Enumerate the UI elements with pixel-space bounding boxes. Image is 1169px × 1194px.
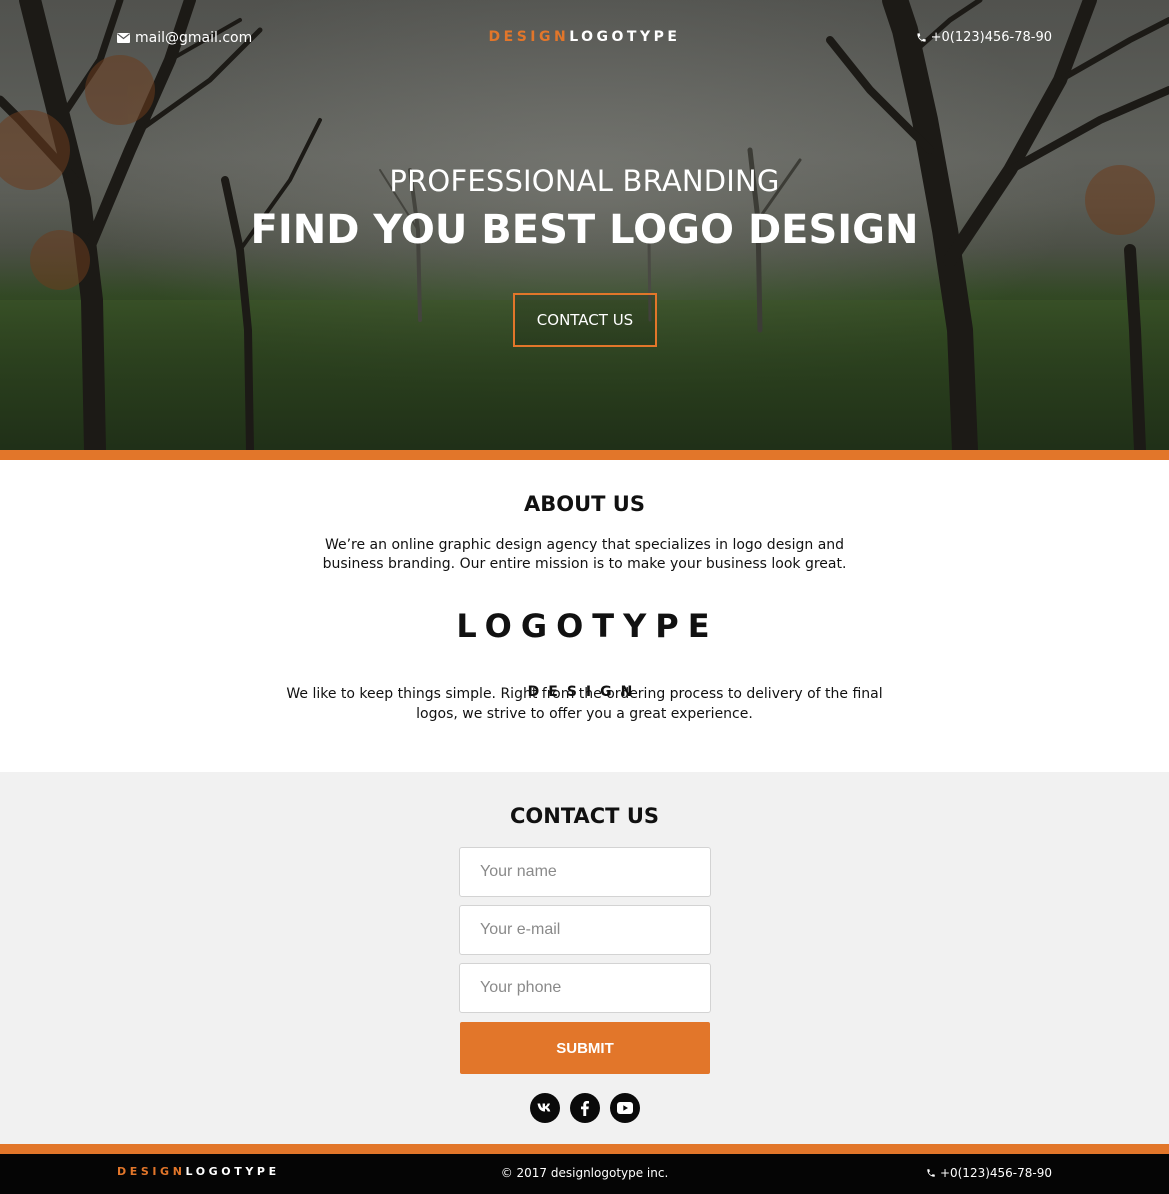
- youtube-icon[interactable]: [609, 1093, 640, 1123]
- about-logo: DESIGN LOGOTYPE: [0, 607, 1169, 700]
- contact-us-button[interactable]: CONTACT US: [513, 293, 657, 347]
- footer-phone[interactable]: +0(123)456-78-90: [926, 1166, 1052, 1180]
- contact-heading: CONTACT US: [509, 804, 659, 828]
- facebook-glyph: [580, 1100, 589, 1116]
- vk-glyph: [537, 1103, 550, 1112]
- social-links: [0, 1093, 1169, 1123]
- about-paragraph-1: We’re an online graphic design agency th…: [322, 537, 847, 572]
- footer-phone-icon: [927, 1169, 935, 1177]
- footer-phone-text: +0(123)456-78-90: [939, 1166, 1052, 1180]
- accent-divider: [0, 450, 1169, 460]
- hero-subtitle: PROFESSIONAL BRANDING: [389, 164, 780, 198]
- top-bar: mail@gmail.com DESIGNLOGOTYPE +0(123)456…: [0, 29, 1169, 52]
- email-input[interactable]: [459, 905, 711, 955]
- phone-input[interactable]: [459, 963, 711, 1013]
- logo-design-text: DESIGN: [488, 29, 570, 45]
- vk-icon[interactable]: [529, 1093, 560, 1123]
- header-phone[interactable]: +0(123)456-78-90: [916, 30, 1052, 45]
- name-input[interactable]: [459, 847, 711, 897]
- header-phone-text: +0(123)456-78-90: [930, 30, 1052, 45]
- footer: DESIGNLOGOTYPE © 2017 designlogotype inc…: [0, 1154, 1169, 1194]
- about-logo-logotype-text: LOGOTYPE: [456, 607, 719, 645]
- hero-title: FIND YOU BEST LOGO DESIGN: [250, 207, 919, 253]
- submit-button[interactable]: SUBMIT: [460, 1022, 710, 1074]
- facebook-icon[interactable]: [569, 1093, 600, 1123]
- about-paragraph-2: We like to keep things simple. Right fro…: [286, 686, 883, 722]
- hero-section: mail@gmail.com DESIGNLOGOTYPE +0(123)456…: [0, 0, 1169, 450]
- logo-logotype-text: LOGOTYPE: [569, 29, 681, 45]
- phone-icon: [916, 33, 926, 42]
- youtube-glyph: [616, 1102, 633, 1114]
- about-section: ABOUT US We’re an online graphic design …: [0, 460, 1169, 772]
- about-heading: ABOUT US: [524, 492, 645, 516]
- footer-accent-divider: [0, 1144, 1169, 1154]
- contact-section: CONTACT US SUBMIT: [0, 772, 1169, 1144]
